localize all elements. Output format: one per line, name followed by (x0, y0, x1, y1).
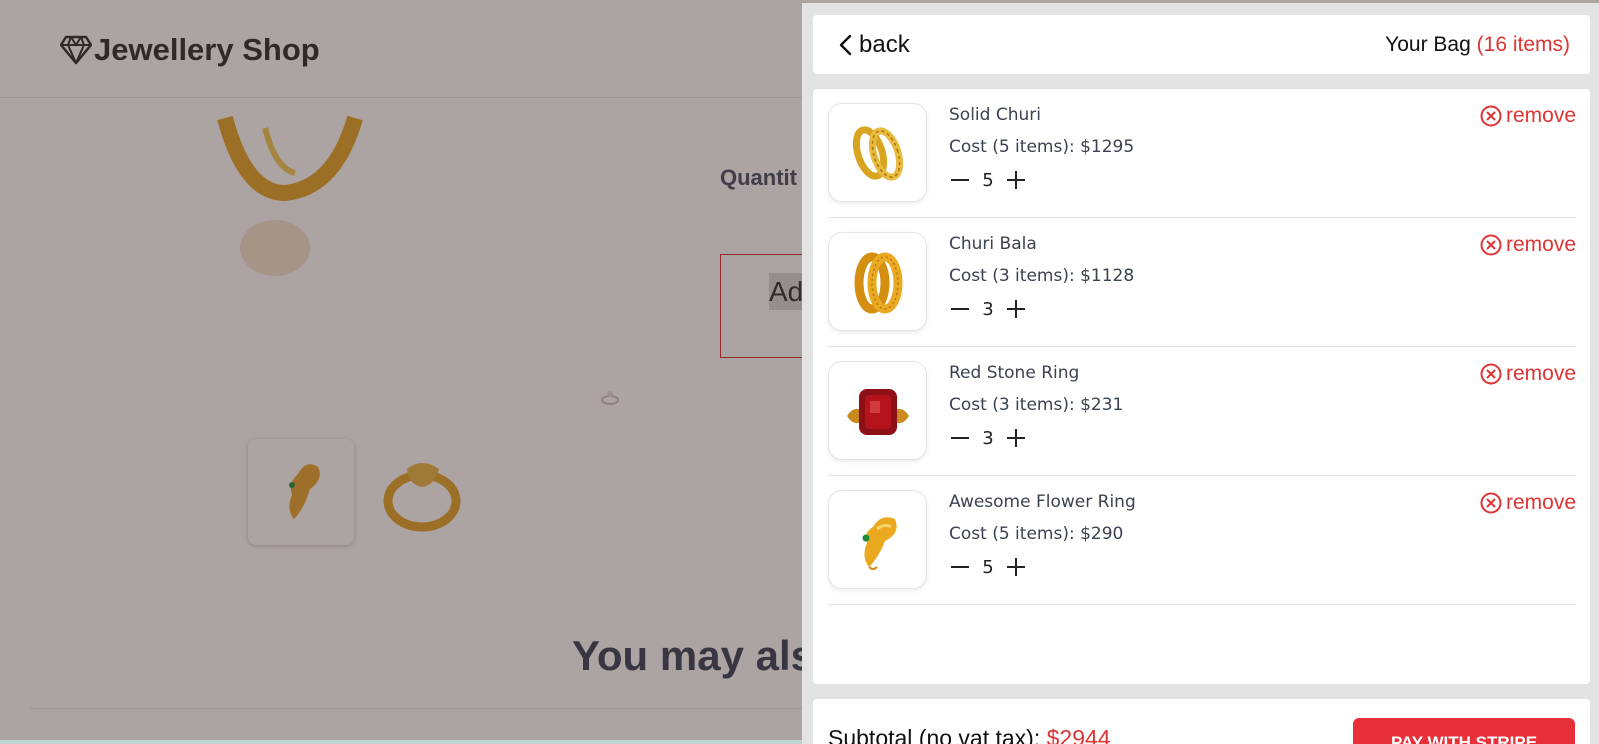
bag-title: Your Bag (16 items) (1385, 33, 1570, 57)
plus-icon[interactable] (1005, 169, 1027, 191)
remove-button[interactable]: remove (1480, 362, 1576, 386)
minus-icon[interactable] (949, 556, 971, 578)
back-label: back (859, 31, 910, 58)
quantity-value: 5 (982, 556, 994, 578)
subtotal-amount: $2944 (1046, 725, 1111, 744)
item-image[interactable] (828, 361, 927, 460)
remove-button[interactable]: remove (1480, 104, 1576, 128)
item-image[interactable] (828, 490, 927, 589)
gold-churi-image (852, 125, 903, 181)
cart-list: Solid Churi Cost (5 items): $1295 5 remo… (828, 89, 1576, 605)
cart-item: Awesome Flower Ring Cost (5 items): $290… (828, 476, 1576, 605)
item-cost: Cost (5 items): $290 (949, 524, 1124, 544)
quantity-stepper: 5 (949, 556, 1027, 578)
remove-label: remove (1505, 233, 1576, 256)
item-name: Churi Bala (949, 234, 1037, 254)
back-button[interactable]: back (837, 31, 910, 59)
item-image[interactable] (828, 103, 927, 202)
remove-label: remove (1505, 104, 1576, 127)
chevron-left-icon (839, 34, 852, 56)
plus-icon[interactable] (1005, 427, 1027, 449)
cart-items-panel: Solid Churi Cost (5 items): $1295 5 remo… (813, 89, 1590, 684)
quantity-stepper: 3 (949, 298, 1027, 320)
close-circle-icon (1480, 105, 1502, 127)
item-image[interactable] (828, 232, 927, 331)
close-circle-icon (1480, 492, 1502, 514)
quantity-value: 5 (982, 169, 994, 191)
quantity-stepper: 5 (949, 169, 1027, 191)
quantity-stepper: 3 (949, 427, 1027, 449)
subtotal: Subtotal (no vat tax): $2944 (828, 725, 1111, 744)
red-stone-ring-image (846, 388, 909, 435)
close-circle-icon (1480, 363, 1502, 385)
cart-item: Red Stone Ring Cost (3 items): $231 3 re… (828, 347, 1576, 476)
minus-icon[interactable] (949, 298, 971, 320)
bag-item-count: (16 items) (1476, 33, 1570, 56)
item-cost: Cost (3 items): $231 (949, 395, 1124, 415)
item-cost: Cost (5 items): $1295 (949, 137, 1135, 157)
item-name: Awesome Flower Ring (949, 492, 1136, 512)
shopping-bag-drawer: back Your Bag (16 items) Solid Churi Cos… (802, 3, 1599, 744)
subtotal-label: Subtotal (no vat tax): (828, 725, 1041, 744)
item-cost: Cost (3 items): $1128 (949, 266, 1135, 286)
item-name: Red Stone Ring (949, 363, 1080, 383)
cart-item: Churi Bala Cost (3 items): $1128 3 remov… (828, 218, 1576, 347)
item-name: Solid Churi (949, 105, 1041, 125)
cart-item: Solid Churi Cost (5 items): $1295 5 remo… (828, 89, 1576, 218)
pay-with-stripe-button[interactable]: PAY WITH STRIPE (1353, 718, 1575, 744)
bag-footer: Subtotal (no vat tax): $2944 PAY WITH ST… (813, 699, 1590, 744)
minus-icon[interactable] (949, 169, 971, 191)
close-circle-icon (1480, 234, 1502, 256)
remove-label: remove (1505, 491, 1576, 514)
gold-bala-image (854, 252, 902, 313)
plus-icon[interactable] (1005, 298, 1027, 320)
plus-icon[interactable] (1005, 556, 1027, 578)
bag-title-text: Your Bag (1385, 33, 1471, 56)
remove-label: remove (1505, 362, 1576, 385)
flower-ring-image (862, 516, 897, 570)
minus-icon[interactable] (949, 427, 971, 449)
quantity-value: 3 (982, 427, 994, 449)
bag-header: back Your Bag (16 items) (813, 15, 1590, 74)
remove-button[interactable]: remove (1480, 491, 1576, 515)
bottom-strip (0, 740, 802, 744)
quantity-value: 3 (982, 298, 994, 320)
remove-button[interactable]: remove (1480, 233, 1576, 257)
